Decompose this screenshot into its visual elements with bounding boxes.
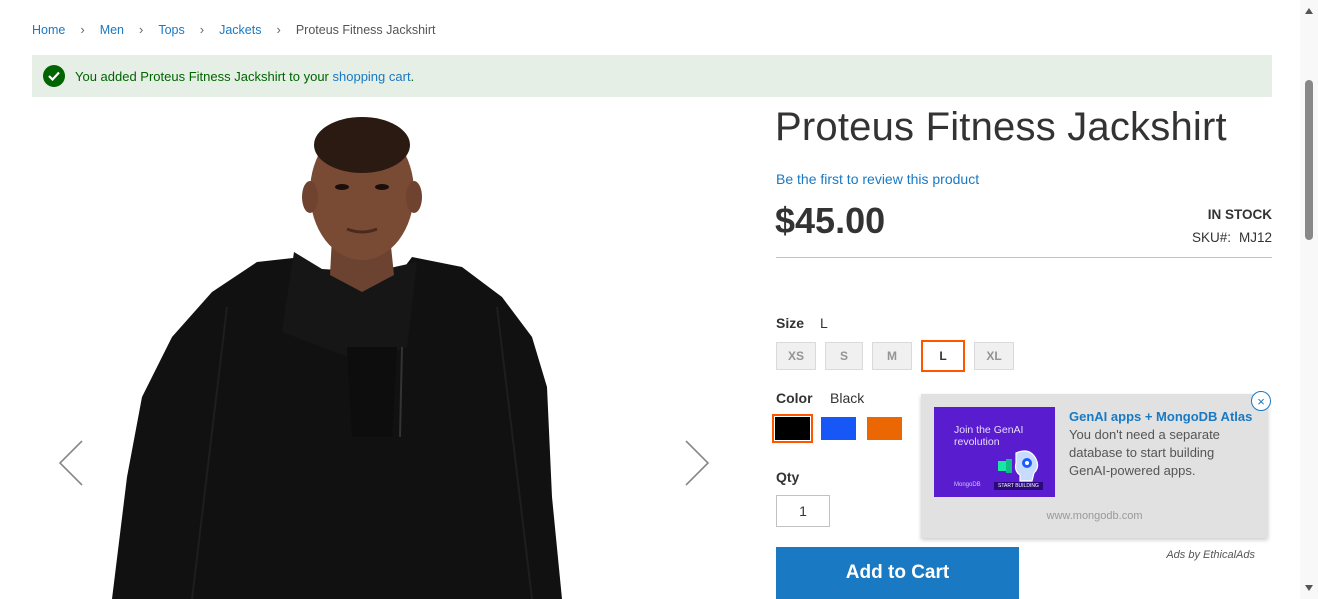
color-label: Color	[776, 390, 813, 406]
check-circle-icon	[43, 65, 65, 87]
scroll-down-arrow-icon[interactable]	[1305, 585, 1313, 591]
ad-image-text: Join the GenAI revolution	[954, 424, 1024, 448]
size-option-xs[interactable]: XS	[776, 342, 816, 370]
scrollbar-thumb[interactable]	[1305, 80, 1313, 240]
color-options	[772, 414, 913, 443]
message-period: .	[410, 68, 415, 84]
chevron-left-icon	[58, 440, 83, 486]
breadcrumb-home[interactable]: Home	[32, 23, 65, 37]
qty-label: Qty	[776, 469, 800, 485]
ad-panel[interactable]: Join the GenAI revolution MongoDB START …	[921, 391, 1271, 538]
ad-headline[interactable]: GenAI apps + MongoDB Atlas	[1069, 409, 1252, 424]
sku-label: SKU#:	[1191, 230, 1231, 245]
chevron-right-icon: ›	[276, 22, 281, 37]
sku-value: MJ12	[1238, 230, 1272, 245]
size-option-xl[interactable]: XL	[974, 342, 1014, 370]
size-option-l[interactable]: L	[921, 340, 965, 372]
size-option-m[interactable]: M	[872, 342, 912, 370]
ad-text[interactable]: GenAI apps + MongoDB Atlas You don't nee…	[1069, 408, 1254, 480]
product-gallery	[32, 97, 732, 599]
product-price: $45.00	[775, 200, 886, 241]
size-option-s[interactable]: S	[825, 342, 863, 370]
chevron-right-icon: ›	[139, 22, 144, 37]
color-selected-value: Black	[830, 390, 865, 406]
product-sku: SKU#: MJ12	[1192, 230, 1272, 245]
ads-attribution[interactable]: Ads by EthicalAds	[1166, 549, 1255, 561]
size-label: Size	[776, 315, 805, 331]
chevron-right-icon: ›	[199, 22, 205, 37]
breadcrumb-current: Proteus Fitness Jackshirt	[295, 22, 436, 37]
size-selected-value: L	[820, 315, 828, 331]
scrollbar[interactable]	[1300, 0, 1318, 599]
size-options: XS S M L XL	[776, 340, 1023, 372]
qty-input[interactable]	[776, 495, 830, 527]
breadcrumb-tops[interactable]: Tops	[158, 23, 184, 37]
chevron-right-icon	[685, 440, 710, 486]
ad-image[interactable]: Join the GenAI revolution MongoDB START …	[934, 407, 1055, 497]
message-text: You added Proteus Fitness Jackshirt to y…	[75, 68, 333, 84]
divider	[776, 257, 1272, 258]
breadcrumb-jackets[interactable]: Jackets	[219, 23, 261, 37]
breadcrumb: Home › Men › Tops › Jackets › Proteus Fi…	[32, 22, 435, 37]
ad-close-button[interactable]: ×	[1251, 391, 1271, 411]
gallery-prev-button[interactable]	[56, 435, 96, 495]
chevron-right-icon: ›	[80, 22, 85, 37]
shopping-cart-link[interactable]: shopping cart	[333, 69, 411, 84]
product-image	[112, 117, 562, 599]
ad-image-button: START BUILDING	[994, 482, 1043, 490]
ad-image-brand: MongoDB	[954, 482, 981, 488]
scroll-up-arrow-icon[interactable]	[1305, 8, 1313, 14]
review-link[interactable]: Be the first to review this product	[776, 171, 979, 187]
color-swatch-orange[interactable]	[867, 417, 902, 440]
ad-domain: www.mongodb.com	[1046, 510, 1143, 522]
gallery-next-button[interactable]	[680, 435, 720, 495]
success-message: You added Proteus Fitness Jackshirt to y…	[32, 55, 1272, 97]
color-swatch-black[interactable]	[772, 414, 813, 443]
add-to-cart-button[interactable]: Add to Cart	[776, 547, 1019, 599]
page-title: Proteus Fitness Jackshirt	[775, 105, 1227, 149]
color-swatch-blue[interactable]	[821, 417, 856, 440]
ad-body: You don't need a separate database to st…	[1069, 427, 1220, 478]
breadcrumb-men[interactable]: Men	[100, 23, 124, 37]
ai-head-icon	[998, 450, 1039, 482]
stock-status: In stock	[1207, 207, 1272, 222]
